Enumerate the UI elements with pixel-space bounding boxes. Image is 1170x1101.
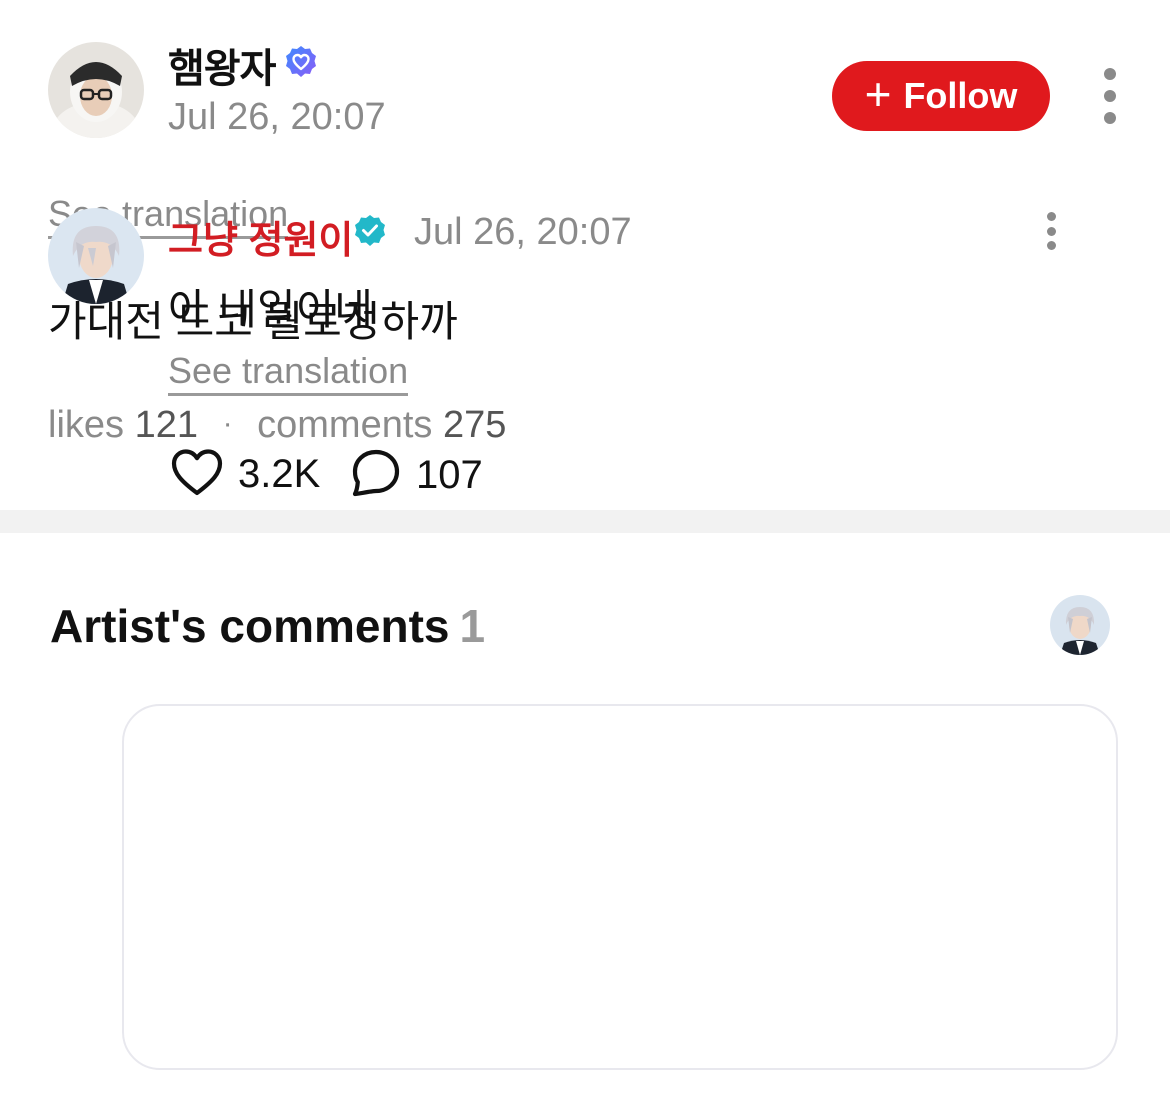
heart-icon [170,448,224,501]
comment-more-menu-icon[interactable] [1036,212,1066,250]
likes-count[interactable]: 121 [135,404,198,446]
commenter-avatar[interactable] [48,208,144,304]
author-name[interactable]: 햄왕자 [168,36,276,94]
comment-date: Jul 26, 20:07 [414,211,632,253]
artist-avatar[interactable] [1050,595,1110,655]
verified-check-badge-icon [352,213,388,249]
artist-comments-title: Artist's comments 1 [50,599,485,653]
artist-comment-card [122,704,1118,1070]
author-avatar[interactable] [48,42,144,138]
verified-heart-badge-icon [283,44,319,80]
speech-bubble-icon [350,448,402,503]
plus-icon: + [864,68,892,120]
comments-count[interactable]: 275 [443,404,506,446]
comment-see-translation-link[interactable]: See translation [168,351,409,396]
stats-separator: · [222,407,233,440]
artist-comments-count: 1 [459,600,486,652]
section-divider [0,510,1170,533]
artist-comments-section: Artist's comments 1 [0,533,1170,1101]
follow-label: Follow [903,75,1018,116]
follow-button[interactable]: + Follow [832,61,1050,131]
comments-label: comments [257,404,433,446]
post-more-menu-icon[interactable] [1095,68,1125,124]
artist-comments-title-text: Artist's comments [50,600,450,652]
post-date: Jul 26, 20:07 [168,96,386,138]
like-count: 3.2K [238,452,321,496]
comment-body: 아 내일이네 [168,286,373,333]
like-button[interactable]: 3.2K [170,448,320,501]
commenter-name[interactable]: 그냥 정원이 [168,209,353,264]
reply-button[interactable]: 107 [350,448,483,503]
likes-label: likes [48,404,125,446]
reply-count: 107 [416,453,483,497]
post-stats: likes 121 · comments 275 [48,404,506,447]
